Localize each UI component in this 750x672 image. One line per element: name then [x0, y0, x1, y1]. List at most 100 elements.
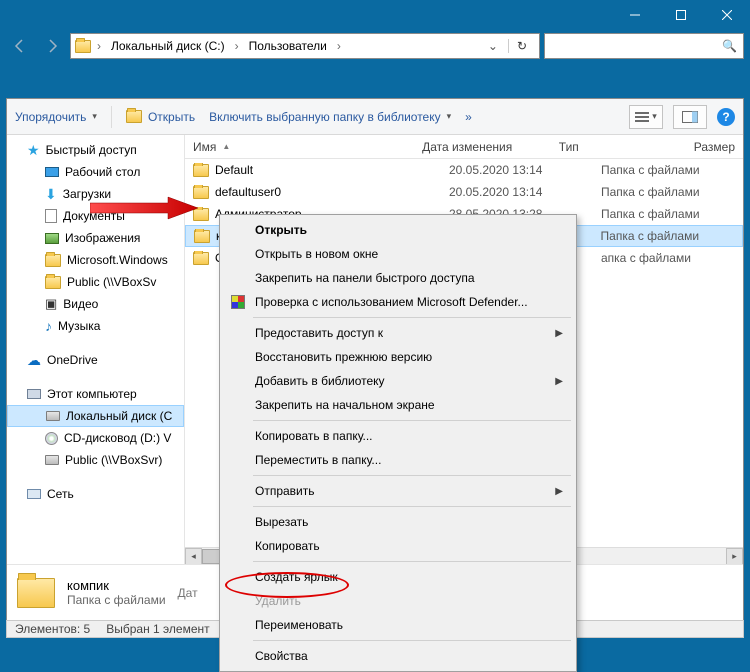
- folder-icon: [193, 208, 209, 221]
- column-name[interactable]: Имя▲: [185, 140, 414, 154]
- tree-pictures[interactable]: Изображения: [7, 227, 184, 249]
- folder-icon: [193, 164, 209, 177]
- refresh-button[interactable]: ↻: [508, 39, 535, 53]
- shield-icon: [231, 295, 245, 309]
- maximize-button[interactable]: [658, 0, 704, 30]
- ctx-create-shortcut[interactable]: Создать ярлык: [223, 565, 573, 589]
- ctx-give-access[interactable]: Предоставить доступ к▶: [223, 321, 573, 345]
- chevron-right-icon: ›: [95, 39, 103, 53]
- ctx-move-to-folder[interactable]: Переместить в папку...: [223, 448, 573, 472]
- folder-icon: [75, 40, 91, 53]
- cloud-icon: ☁: [27, 352, 41, 369]
- music-icon: ♪: [45, 318, 52, 334]
- tree-public-drive[interactable]: Public (\\VBoxSvr): [7, 449, 184, 471]
- tree-local-disk[interactable]: Локальный диск (C: [7, 405, 184, 427]
- chevron-right-icon: ›: [335, 39, 343, 53]
- include-label: Включить выбранную папку в библиотеку: [209, 110, 441, 124]
- open-label: Открыть: [148, 110, 195, 124]
- tree-public-share[interactable]: Public (\\VBoxSv: [7, 271, 184, 293]
- help-button[interactable]: ?: [717, 108, 735, 126]
- scroll-left-button[interactable]: ◂: [185, 548, 202, 565]
- menu-separator: [253, 317, 571, 318]
- command-bar: Упорядочить ▾ Открыть Включить выбранную…: [7, 99, 743, 135]
- pc-icon: [27, 389, 41, 399]
- organize-button[interactable]: Упорядочить ▾: [15, 110, 97, 124]
- ctx-open-new-window[interactable]: Открыть в новом окне: [223, 242, 573, 266]
- chevron-right-icon: ›: [233, 39, 241, 53]
- details-name: компик: [67, 578, 166, 593]
- minimize-button[interactable]: [612, 0, 658, 30]
- close-button[interactable]: [704, 0, 750, 30]
- column-type[interactable]: Тип: [551, 140, 686, 154]
- image-icon: [45, 233, 59, 244]
- breadcrumb-segment[interactable]: Локальный диск (C:): [107, 39, 229, 53]
- file-row[interactable]: Default 20.05.2020 13:14 Папка с файлами: [185, 159, 743, 181]
- tree-downloads[interactable]: ⬇Загрузки: [7, 183, 184, 205]
- tree-this-pc[interactable]: Этот компьютер: [7, 383, 184, 405]
- folder-icon: [17, 578, 55, 608]
- folder-icon: [193, 252, 209, 265]
- ctx-pin-quick-access[interactable]: Закрепить на панели быстрого доступа: [223, 266, 573, 290]
- tree-quick-access[interactable]: ★Быстрый доступ: [7, 139, 184, 161]
- ctx-rename[interactable]: Переименовать: [223, 613, 573, 637]
- status-count: Элементов: 5: [15, 622, 90, 636]
- include-library-button[interactable]: Включить выбранную папку в библиотеку ▾: [209, 110, 451, 124]
- tree-videos[interactable]: ▣Видео: [7, 293, 184, 315]
- details-date-label: Дат: [178, 586, 198, 600]
- search-input[interactable]: 🔍: [544, 33, 744, 59]
- download-icon: ⬇: [45, 186, 57, 203]
- chevron-down-icon: ▾: [652, 111, 657, 122]
- ctx-copy-to-folder[interactable]: Копировать в папку...: [223, 424, 573, 448]
- tree-onedrive[interactable]: ☁OneDrive: [7, 349, 184, 371]
- address-bar[interactable]: › Локальный диск (C:) › Пользователи › ⌄…: [70, 33, 540, 59]
- tree-desktop[interactable]: Рабочий стол: [7, 161, 184, 183]
- menu-separator: [253, 561, 571, 562]
- navigation-bar: › Локальный диск (C:) › Пользователи › ⌄…: [0, 30, 750, 62]
- overflow-label: »: [465, 110, 472, 124]
- folder-icon: [193, 186, 209, 199]
- ctx-defender-scan[interactable]: Проверка с использованием Microsoft Defe…: [223, 290, 573, 314]
- back-button[interactable]: [6, 32, 34, 60]
- chevron-right-icon: ▶: [555, 376, 563, 387]
- tree-mswindows[interactable]: Microsoft.Windows: [7, 249, 184, 271]
- title-bar: [0, 0, 750, 30]
- column-size[interactable]: Размер: [686, 140, 743, 154]
- forward-button[interactable]: [38, 32, 66, 60]
- history-dropdown-icon[interactable]: ⌄: [482, 39, 504, 53]
- column-date[interactable]: Дата изменения: [414, 140, 551, 154]
- context-menu: Открыть Открыть в новом окне Закрепить н…: [219, 214, 577, 672]
- menu-separator: [253, 640, 571, 641]
- overflow-button[interactable]: »: [465, 110, 472, 124]
- menu-separator: [253, 475, 571, 476]
- ctx-send-to[interactable]: Отправить▶: [223, 479, 573, 503]
- view-options-button[interactable]: ▾: [629, 105, 663, 129]
- ctx-open[interactable]: Открыть: [223, 218, 573, 242]
- open-button[interactable]: Открыть: [126, 110, 195, 124]
- preview-pane-button[interactable]: [673, 105, 707, 129]
- navigation-tree[interactable]: ★Быстрый доступ Рабочий стол ⬇Загрузки Д…: [7, 135, 185, 564]
- ctx-copy[interactable]: Копировать: [223, 534, 573, 558]
- chevron-down-icon: ▾: [447, 111, 452, 122]
- breadcrumb-segment[interactable]: Пользователи: [245, 39, 331, 53]
- column-headers: Имя▲ Дата изменения Тип Размер: [185, 135, 743, 159]
- scroll-right-button[interactable]: ▸: [726, 548, 743, 565]
- ctx-cut[interactable]: Вырезать: [223, 510, 573, 534]
- cd-icon: [45, 432, 58, 445]
- file-row[interactable]: defaultuser0 20.05.2020 13:14 Папка с фа…: [185, 181, 743, 203]
- details-type: Папка с файлами: [67, 593, 166, 607]
- chevron-right-icon: ▶: [555, 486, 563, 497]
- ctx-delete[interactable]: Удалить: [223, 589, 573, 613]
- ctx-properties[interactable]: Свойства: [223, 644, 573, 668]
- tree-music[interactable]: ♪Музыка: [7, 315, 184, 337]
- ctx-add-to-library[interactable]: Добавить в библиотеку▶: [223, 369, 573, 393]
- tree-cd-drive[interactable]: CD-дисковод (D:) V: [7, 427, 184, 449]
- disk-icon: [46, 411, 60, 421]
- tree-network[interactable]: Сеть: [7, 483, 184, 505]
- folder-icon: [45, 254, 61, 267]
- organize-label: Упорядочить: [15, 110, 86, 124]
- ctx-restore-previous[interactable]: Восстановить прежнюю версию: [223, 345, 573, 369]
- tree-documents[interactable]: Документы: [7, 205, 184, 227]
- chevron-down-icon: ▾: [92, 111, 97, 122]
- folder-icon: [194, 230, 210, 243]
- ctx-pin-start[interactable]: Закрепить на начальном экране: [223, 393, 573, 417]
